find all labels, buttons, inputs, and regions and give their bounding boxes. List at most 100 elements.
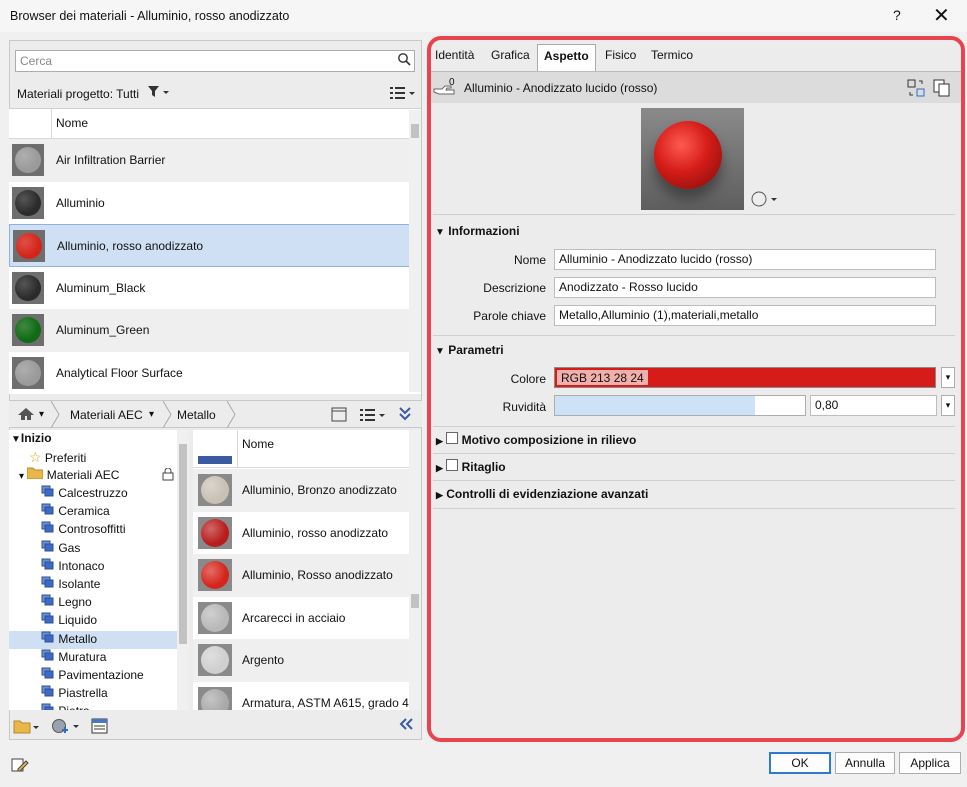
tree-category-item[interactable]: Liquido	[41, 612, 97, 630]
list-item[interactable]: Aluminum_Black	[9, 267, 421, 310]
breadcrumb-item-category[interactable]: Metallo	[177, 408, 216, 422]
tree-category-item[interactable]: Intonaco	[41, 558, 104, 576]
list-view-icon[interactable]	[389, 85, 417, 104]
tree-category-label: Pietra	[58, 704, 89, 710]
section-informazioni[interactable]: ▼ Informazioni	[435, 224, 520, 238]
tree-scrollbar[interactable]	[177, 430, 189, 710]
material-thumbnail	[198, 601, 232, 634]
tree-category-item[interactable]: Gas	[41, 540, 80, 558]
category-icon	[41, 612, 55, 627]
keywords-field[interactable]: Metallo,Alluminio (1),materiali,metallo	[554, 305, 936, 326]
collapsed-icon: ▶	[436, 490, 443, 500]
relief-checkbox[interactable]	[446, 432, 459, 444]
section-parametri[interactable]: ▼ Parametri	[435, 343, 504, 357]
scroll-thumb[interactable]	[411, 594, 419, 608]
cancel-button[interactable]: Annulla	[835, 752, 895, 774]
apply-button[interactable]: Applica	[899, 752, 961, 774]
tree-category-item[interactable]: Legno	[41, 594, 92, 612]
tab-aspetto[interactable]: Aspetto	[537, 44, 596, 71]
section-controlli-label: Controlli di evidenziazione avanzati	[446, 487, 649, 501]
scroll-thumb[interactable]	[179, 444, 187, 644]
star-icon: ☆	[29, 449, 42, 465]
duplicate-asset-icon[interactable]	[933, 79, 951, 100]
open-library-icon[interactable]	[13, 719, 41, 738]
search-input[interactable]: Cerca	[15, 50, 415, 72]
search-icon[interactable]	[397, 52, 411, 69]
ok-button[interactable]: OK	[769, 752, 831, 774]
tree-category-item[interactable]: Muratura	[41, 649, 106, 667]
name-field[interactable]: Alluminio - Anodizzato lucido (rosso)	[554, 249, 936, 270]
list-item[interactable]: Armatura, ASTM A615, grado 40	[193, 682, 410, 710]
tree-category-label: Isolante	[58, 577, 101, 591]
section-controlli-evidenziazione[interactable]: ▶ Controlli di evidenziazione avanzati	[436, 487, 648, 501]
column-header: Nome	[193, 430, 410, 468]
roughness-field[interactable]: 0,80	[810, 395, 937, 416]
material-thumbnail	[198, 559, 232, 591]
asset-browser-icon[interactable]	[91, 718, 108, 737]
edit-icon[interactable]	[11, 756, 29, 777]
library-view-icon[interactable]	[359, 407, 387, 426]
description-field[interactable]: Anodizzato - Rosso lucido	[554, 277, 936, 298]
roughness-dropdown-icon[interactable]: ▾	[941, 395, 955, 416]
panel-toggle-icon[interactable]	[331, 407, 347, 425]
tree-category-item[interactable]: Piastrella	[41, 685, 108, 703]
list-item[interactable]: Alluminio, Bronzo anodizzato	[193, 469, 410, 512]
tab-termico[interactable]: Termico	[651, 48, 693, 62]
create-material-icon[interactable]	[51, 718, 81, 739]
list-item[interactable]: Air Infiltration Barrier	[9, 139, 421, 182]
list-item[interactable]: Analytical Floor Surface	[9, 352, 421, 395]
tree-category-label: Muratura	[58, 649, 107, 664]
breadcrumb-library-dropdown-icon[interactable]: ▾	[149, 409, 154, 420]
close-button[interactable]: ✕	[933, 3, 950, 28]
cutout-checkbox[interactable]	[446, 459, 459, 471]
asset-header: 0 Alluminio - Anodizzato lucido (rosso)	[431, 71, 961, 103]
tree-category-item[interactable]: Calcestruzzo	[41, 485, 128, 503]
section-ritaglio[interactable]: ▶ Ritaglio	[436, 459, 506, 474]
tab-fisico[interactable]: Fisico	[605, 48, 636, 62]
column-name-header[interactable]: Nome	[56, 116, 88, 130]
material-name: Aluminum_Green	[56, 323, 150, 337]
tree-category-item[interactable]: Metallo	[9, 630, 177, 649]
tree-category-label: Liquido	[58, 613, 98, 628]
replace-asset-icon[interactable]	[907, 79, 925, 100]
preview-options-icon[interactable]	[751, 191, 781, 210]
section-motivo-rilievo-label: Motivo composizione in rilievo	[461, 433, 637, 447]
tree-favorites-label: Preferiti	[44, 451, 87, 465]
breadcrumb-dropdown-icon[interactable]: ▾	[39, 409, 44, 420]
tree-category-item[interactable]: Controsoffitti	[41, 521, 126, 539]
tree-category-item[interactable]: Pietra	[41, 703, 90, 710]
list-item[interactable]: Aluminum_Green	[9, 309, 421, 352]
tree-favorites[interactable]: ☆ Preferiti	[29, 449, 86, 467]
tab-identita[interactable]: Identità	[435, 48, 474, 62]
tree-category-label: Calcestruzzo	[58, 486, 128, 500]
list-item[interactable]: Argento	[193, 639, 410, 682]
color-dropdown-icon[interactable]: ▾	[941, 367, 955, 388]
roughness-slider[interactable]	[554, 395, 806, 416]
collapse-down-icon[interactable]	[398, 406, 412, 425]
tree-library[interactable]: ▾ Materiali AEC	[19, 467, 119, 485]
material-thumbnail	[12, 186, 44, 219]
color-swatch-field[interactable]: RGB 213 28 24	[554, 367, 936, 388]
list-item[interactable]: Arcarecci in acciaio	[193, 597, 410, 640]
material-name: Analytical Floor Surface	[56, 365, 183, 380]
tab-grafica[interactable]: Grafica	[491, 48, 530, 62]
list-item[interactable]: Alluminio, Rosso anodizzato	[193, 554, 410, 597]
project-list-scrollbar[interactable]	[409, 110, 421, 392]
library-scrollbar[interactable]	[409, 430, 421, 710]
list-item[interactable]: Alluminio, rosso anodizzato	[9, 224, 421, 267]
tree-root[interactable]: ▼Inizio	[11, 431, 52, 449]
section-motivo-rilievo[interactable]: ▶ Motivo composizione in rilievo	[436, 432, 636, 447]
column-name-header[interactable]: Nome	[242, 437, 274, 451]
breadcrumb-item-library[interactable]: Materiali AEC	[70, 408, 143, 422]
collapse-panel-icon[interactable]	[397, 717, 415, 734]
list-item[interactable]: Alluminio, rosso anodizzato	[193, 512, 410, 555]
help-button[interactable]: ?	[893, 7, 901, 23]
tree-category-item[interactable]: Ceramica	[41, 503, 110, 521]
scroll-thumb[interactable]	[411, 124, 419, 138]
filter-icon[interactable]	[147, 85, 169, 102]
asset-name: Alluminio - Anodizzato lucido (rosso)	[464, 81, 658, 95]
home-icon[interactable]	[17, 407, 35, 424]
tree-category-item[interactable]: Isolante	[41, 576, 100, 594]
list-item[interactable]: Alluminio	[9, 182, 421, 225]
tree-category-item[interactable]: Pavimentazione	[41, 667, 144, 685]
